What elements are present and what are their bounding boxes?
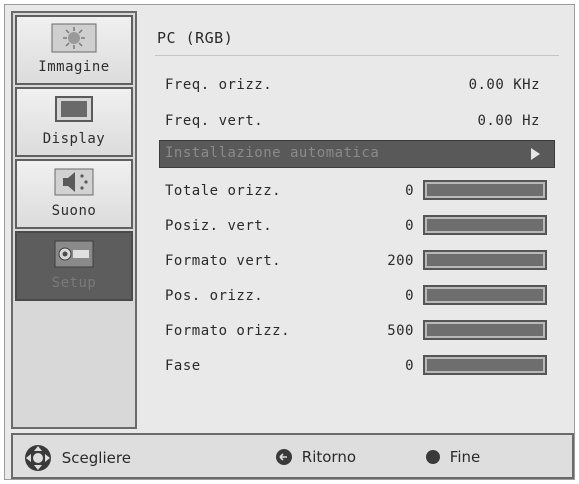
info-label: Freq. vert.: [165, 113, 264, 129]
hint-choose-label: Scegliere: [61, 449, 131, 467]
slider-label: Posiz. vert.: [165, 218, 273, 234]
info-label: Freq. orizz.: [165, 77, 273, 93]
sidebar-item-immagine[interactable]: Immagine: [15, 15, 133, 85]
slider-bar[interactable]: [423, 320, 547, 340]
sidebar-item-display[interactable]: Display: [15, 87, 133, 157]
info-row-freq-orizz: Freq. orizz. 0.00 KHz: [143, 71, 574, 101]
page-title: PC (RGB): [157, 29, 234, 47]
slider-row-fase[interactable]: Fase 0: [143, 352, 574, 382]
slider-bar[interactable]: [423, 215, 547, 235]
menu-button-icon: [426, 449, 440, 464]
slider-bar[interactable]: [423, 250, 547, 270]
sidebar-item-label: Setup: [51, 275, 97, 291]
info-row-freq-vert: Freq. vert. 0.00 Hz: [143, 107, 574, 137]
slider-bar[interactable]: [423, 180, 547, 200]
sidebar-item-label: Display: [42, 131, 106, 147]
hint-back: Ritorno: [275, 447, 356, 466]
slider-row-posiz-vert[interactable]: Posiz. vert. 0: [143, 212, 574, 242]
slider-label: Pos. orizz.: [165, 288, 264, 304]
slider-value: 0: [405, 358, 414, 374]
slider-bar[interactable]: [423, 355, 547, 375]
setup-panel: PC (RGB) Freq. orizz. 0.00 KHz Freq. ver…: [143, 11, 574, 429]
hint-end-label: Fine: [449, 447, 481, 466]
sidebar: Immagine Display Suono Setup: [11, 11, 137, 429]
info-value: 0.00 Hz: [477, 113, 540, 129]
slider-value: 0: [405, 288, 414, 304]
hint-end: Fine: [425, 447, 480, 466]
sidebar-item-setup[interactable]: Setup: [15, 231, 133, 301]
slider-row-formato-orizz[interactable]: Formato orizz. 500: [143, 317, 574, 347]
auto-setup-label: Installazione automatica: [165, 145, 380, 161]
speaker-icon: [54, 168, 94, 196]
slider-row-totale-orizz[interactable]: Totale orizz. 0: [143, 177, 574, 207]
return-button-icon: [276, 448, 292, 465]
title-divider: [155, 55, 559, 56]
slider-value: 0: [405, 218, 414, 234]
slider-bar[interactable]: [423, 285, 547, 305]
dpad-icon: [25, 445, 51, 471]
osd-menu: Immagine Display Suono Setup PC (RGB) Fr…: [4, 4, 575, 480]
hint-back-label: Ritorno: [301, 447, 357, 466]
slider-value: 0: [405, 183, 414, 199]
slider-label: Formato vert.: [165, 253, 282, 269]
auto-setup-item[interactable]: Installazione automatica: [143, 139, 574, 169]
footer-hints: Scegliere Ritorno Fine: [11, 433, 574, 479]
sidebar-item-label: Immagine: [38, 59, 110, 75]
info-value: 0.00 KHz: [468, 77, 540, 93]
sidebar-item-suono[interactable]: Suono: [15, 159, 133, 229]
slider-row-formato-vert[interactable]: Formato vert. 200: [143, 247, 574, 277]
hint-choose: Scegliere: [23, 443, 131, 473]
slider-label: Formato orizz.: [165, 323, 291, 339]
slider-label: Fase: [165, 358, 201, 374]
picture-icon: [51, 23, 97, 53]
projector-icon: [54, 240, 94, 268]
slider-row-pos-orizz[interactable]: Pos. orizz. 0: [143, 282, 574, 312]
slider-value: 500: [387, 323, 414, 339]
arrow-right-icon: [531, 148, 540, 160]
slider-value: 200: [387, 253, 414, 269]
monitor-icon: [55, 96, 93, 122]
slider-label: Totale orizz.: [165, 183, 282, 199]
sidebar-item-label: Suono: [51, 203, 97, 219]
